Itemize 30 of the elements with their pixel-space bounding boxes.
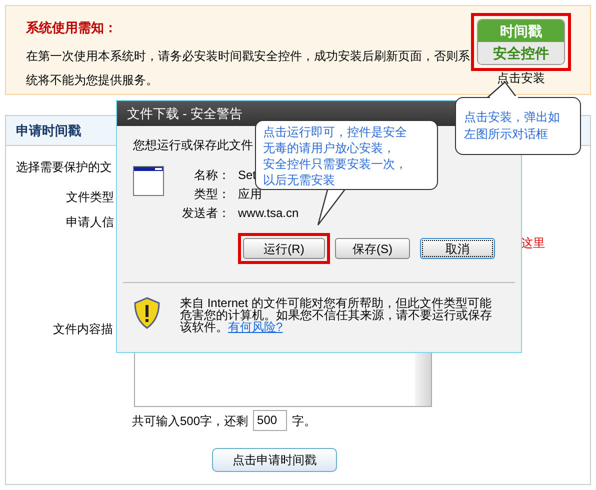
hint-text: 这里 [521, 235, 545, 252]
risk-link[interactable]: 有何风险? [228, 320, 283, 334]
counter-text: 共可输入500字，还剩 [132, 412, 248, 430]
dialog-button[interactable]: 取消 [420, 238, 495, 259]
callout-text: 以后无需安装 [263, 172, 335, 188]
dialog-button[interactable]: 运行(R) [243, 238, 325, 259]
counter-field: 500 [253, 410, 288, 431]
install-link[interactable]: 点击安装 [497, 69, 545, 87]
field-label: 名称： [193, 167, 230, 184]
callout-text: 左图所示对话框 [464, 126, 548, 143]
warning-text: 来自 Internet 的文件可能对您有所帮助，但此文件类型可能危害您的计算机。如果您不信任其来源，请不要运行或保存该软件。有何风险? [180, 297, 493, 333]
warning-shield-icon [134, 297, 160, 329]
submit-button[interactable]: 点击申请时间戳 [212, 448, 337, 472]
field-label: 申请人信 [66, 214, 114, 231]
field-label: 发送者： [182, 205, 230, 222]
install-badge[interactable]: 时间戳 安全控件 [477, 19, 565, 65]
field-value: 应用 [238, 186, 262, 203]
notice-text: 在第一次使用本系统时，请务必安装时间戳安全控件，成功安装后刷新页面，否则系统将不能为您提供服务。 [26, 48, 471, 89]
callout-text: 点击运行即可，控件是安全 [263, 124, 407, 140]
field-label: 选择需要保护的文 [16, 159, 112, 176]
callout-text: 安全控件只需要安装一次， [263, 156, 407, 172]
field-value: www.tsa.cn [238, 205, 299, 222]
dialog-button[interactable]: 保存(S) [335, 238, 410, 259]
field-label: 类型： [193, 186, 230, 203]
notice-title: 系统使用需知： [26, 19, 118, 38]
counter-text: 字。 [292, 412, 316, 430]
field-label: 文件类型 [66, 189, 114, 206]
field-label: 文件内容描 [53, 321, 113, 338]
window-icon [133, 166, 164, 196]
field-value: Set [238, 167, 256, 184]
